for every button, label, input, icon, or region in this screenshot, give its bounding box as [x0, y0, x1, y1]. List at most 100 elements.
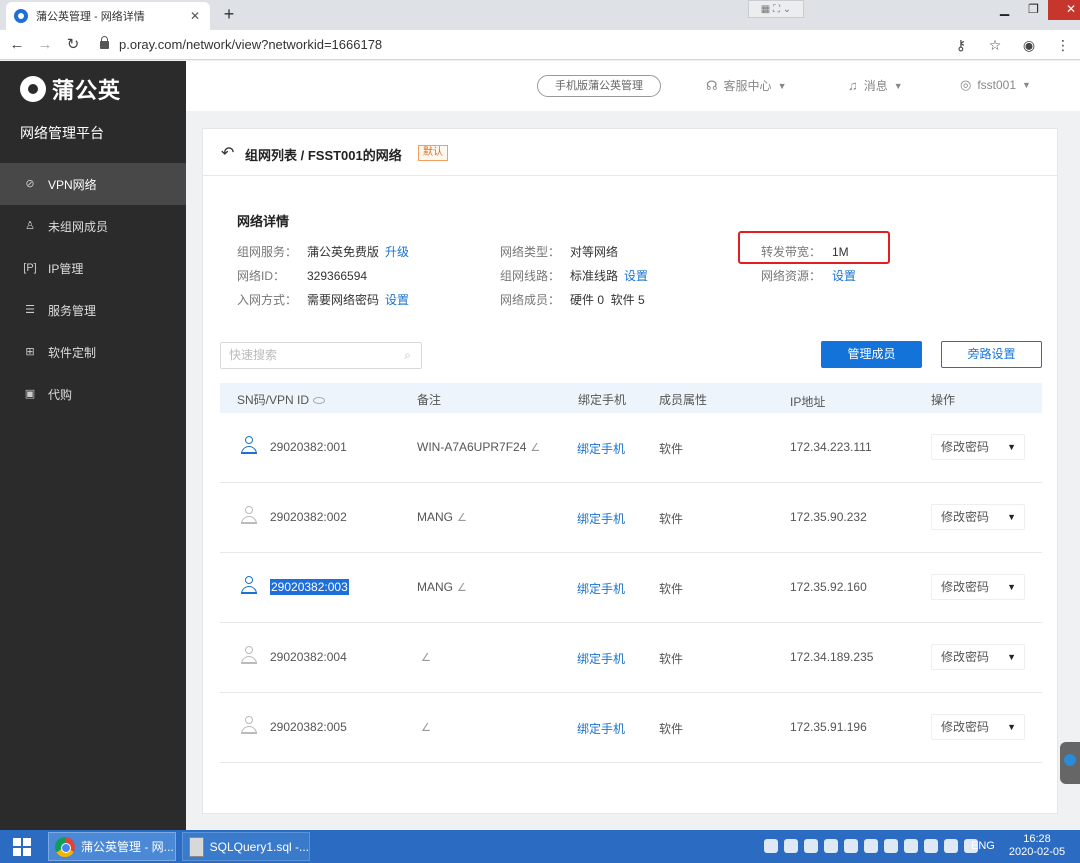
manage-members-button[interactable]: 管理成员	[821, 341, 922, 368]
attr-cell: 软件	[659, 582, 684, 596]
pencil-icon[interactable]: ∠	[457, 512, 467, 524]
pencil-icon[interactable]: ∠	[530, 442, 540, 454]
taskbar-chrome-window[interactable]: 蒲公英管理 - 网...	[48, 832, 176, 861]
attr-cell: 软件	[659, 442, 684, 456]
tray-app-icon[interactable]	[864, 839, 878, 853]
sidebar-item-ip[interactable]: [P] IP管理	[0, 247, 186, 289]
tray-app-icon[interactable]	[904, 839, 918, 853]
back-arrow-icon[interactable]: ←	[6, 34, 28, 56]
sidebar-item-services[interactable]: ☰ 服务管理	[0, 289, 186, 331]
tray-app-icon[interactable]	[884, 839, 898, 853]
taskbar-sql-window[interactable]: SQLQuery1.sql -...	[182, 832, 310, 861]
chevron-down-icon: ▼	[1022, 80, 1031, 90]
note-cell[interactable]: ∠	[417, 650, 431, 664]
sidebar-item-vpn[interactable]: ⊘ VPN网络	[0, 163, 186, 205]
sidebar-item-software[interactable]: ⊞ 软件定制	[0, 331, 186, 373]
user-icon: ♙	[25, 220, 35, 232]
bell-icon: ♫	[848, 78, 858, 93]
attr-cell: 软件	[659, 512, 684, 526]
mobile-version-button[interactable]: 手机版蒲公英管理	[537, 75, 661, 97]
tray-app-icon[interactable]	[764, 839, 778, 853]
ime-toolbar[interactable]: ▦ ⛶ ⌄	[748, 0, 804, 18]
windows-taskbar: 蒲公英管理 - 网... SQLQuery1.sql -... ENG 16:2…	[0, 830, 1080, 863]
url-text: p.oray.com/network/view?networkid=166617…	[119, 37, 383, 52]
user-menu[interactable]: ◎ fsst001 ▼	[960, 77, 1031, 93]
resource-settings-link[interactable]: 设置	[832, 269, 856, 283]
url-field[interactable]: p.oray.com/network/view?networkid=166617…	[100, 36, 382, 54]
search-input[interactable]: 快速搜索 ⌕	[220, 342, 422, 369]
tray-app-icon[interactable]	[804, 839, 818, 853]
sn-cell: 29020382:001	[270, 440, 347, 454]
note-cell[interactable]: MANG ∠	[417, 580, 467, 594]
detail-label: 组网线路：	[500, 269, 561, 283]
input-language[interactable]: ENG	[971, 840, 995, 852]
new-tab-button[interactable]: +	[218, 4, 240, 26]
service-center-menu[interactable]: ☊ 客服中心 ▼	[706, 77, 786, 94]
restore-icon[interactable]: ❐	[1019, 0, 1048, 20]
ip-icon: [P]	[23, 262, 37, 274]
change-password-dropdown[interactable]: 修改密码 ▼	[931, 434, 1025, 460]
tray-app-icon[interactable]	[784, 839, 798, 853]
start-button[interactable]	[0, 830, 44, 863]
caret-down-icon: ▼	[1007, 722, 1016, 732]
join-settings-link[interactable]: 设置	[385, 293, 409, 307]
bind-phone-link[interactable]: 绑定手机	[577, 650, 625, 667]
line-settings-link[interactable]: 设置	[624, 269, 648, 283]
key-icon[interactable]: ⚷	[944, 34, 978, 56]
bind-phone-link[interactable]: 绑定手机	[577, 720, 625, 737]
close-window-icon[interactable]: ✕	[1048, 0, 1080, 20]
pencil-icon[interactable]: ∠	[421, 722, 431, 734]
profile-icon[interactable]: ◉	[1012, 34, 1046, 56]
bind-phone-link[interactable]: 绑定手机	[577, 580, 625, 597]
user-online-icon	[240, 436, 258, 454]
change-password-label: 修改密码	[941, 720, 990, 734]
tray-app-icon[interactable]	[844, 839, 858, 853]
change-password-dropdown[interactable]: 修改密码 ▼	[931, 504, 1025, 530]
pencil-icon[interactable]: ∠	[421, 652, 431, 664]
floating-chat-widget[interactable]	[1060, 742, 1080, 784]
minimize-icon[interactable]: ▁	[990, 0, 1019, 20]
caret-down-icon: ▼	[1007, 652, 1016, 662]
sidebar-menu: ⊘ VPN网络 ♙ 未组网成员 [P] IP管理 ☰ 服务管理 ⊞ 软件定制 ▣…	[0, 163, 186, 415]
reload-icon[interactable]: ↻	[62, 34, 84, 56]
upgrade-link[interactable]: 升级	[385, 245, 409, 259]
forward-arrow-icon[interactable]: →	[34, 34, 56, 56]
pencil-icon[interactable]: ∠	[457, 582, 467, 594]
panel-header: ↶ 组网列表 / FSST001的网络 默认	[203, 129, 1057, 176]
system-tray	[764, 839, 978, 853]
tray-app-icon[interactable]	[824, 839, 838, 853]
table-row: 29020382:005 ∠ 绑定手机 软件 172.35.91.196 修改密…	[220, 693, 1042, 763]
back-icon[interactable]: ↶	[221, 143, 234, 163]
close-tab-icon[interactable]: ✕	[188, 9, 202, 23]
brand-name: 蒲公英	[52, 78, 122, 103]
bind-phone-link[interactable]: 绑定手机	[577, 440, 625, 457]
caret-down-icon: ▼	[1007, 512, 1016, 522]
chevron-down-icon: ▼	[893, 80, 903, 91]
detail-label: 网络ID：	[237, 269, 286, 283]
note-cell[interactable]: MANG ∠	[417, 510, 467, 524]
search-icon[interactable]: ⌕	[404, 343, 411, 368]
tray-app-icon[interactable]	[924, 839, 938, 853]
brand-logo[interactable]: 蒲公英	[20, 73, 121, 105]
star-icon[interactable]: ☆	[978, 34, 1012, 56]
change-password-dropdown[interactable]: 修改密码 ▼	[931, 644, 1025, 670]
system-clock[interactable]: 16:28 2020-02-05	[1008, 833, 1066, 859]
change-password-label: 修改密码	[941, 440, 990, 454]
bandwidth-highlight-box	[738, 231, 890, 264]
menu-dots-icon[interactable]: ⋮	[1046, 34, 1080, 56]
note-cell[interactable]: ∠	[417, 720, 431, 734]
bypass-settings-button[interactable]: 旁路设置	[941, 341, 1042, 368]
browser-tab[interactable]: 蒲公英管理 - 网络详情 ✕	[6, 2, 210, 30]
sidebar-item-ungrouped-members[interactable]: ♙ 未组网成员	[0, 205, 186, 247]
eye-icon[interactable]	[313, 397, 326, 404]
messages-menu[interactable]: ♫ 消息 ▼	[848, 77, 903, 94]
network-icon[interactable]	[944, 839, 958, 853]
note-cell[interactable]: WIN-A7A6UPR7F24 ∠	[417, 440, 540, 454]
change-password-dropdown[interactable]: 修改密码 ▼	[931, 574, 1025, 600]
sidebar-item-label: VPN网络	[48, 177, 97, 192]
sidebar-item-purchase[interactable]: ▣ 代购	[0, 373, 186, 415]
change-password-dropdown[interactable]: 修改密码 ▼	[931, 714, 1025, 740]
bind-phone-link[interactable]: 绑定手机	[577, 510, 625, 527]
platform-title: 网络管理平台	[20, 125, 104, 141]
site-favicon-icon	[14, 9, 28, 23]
